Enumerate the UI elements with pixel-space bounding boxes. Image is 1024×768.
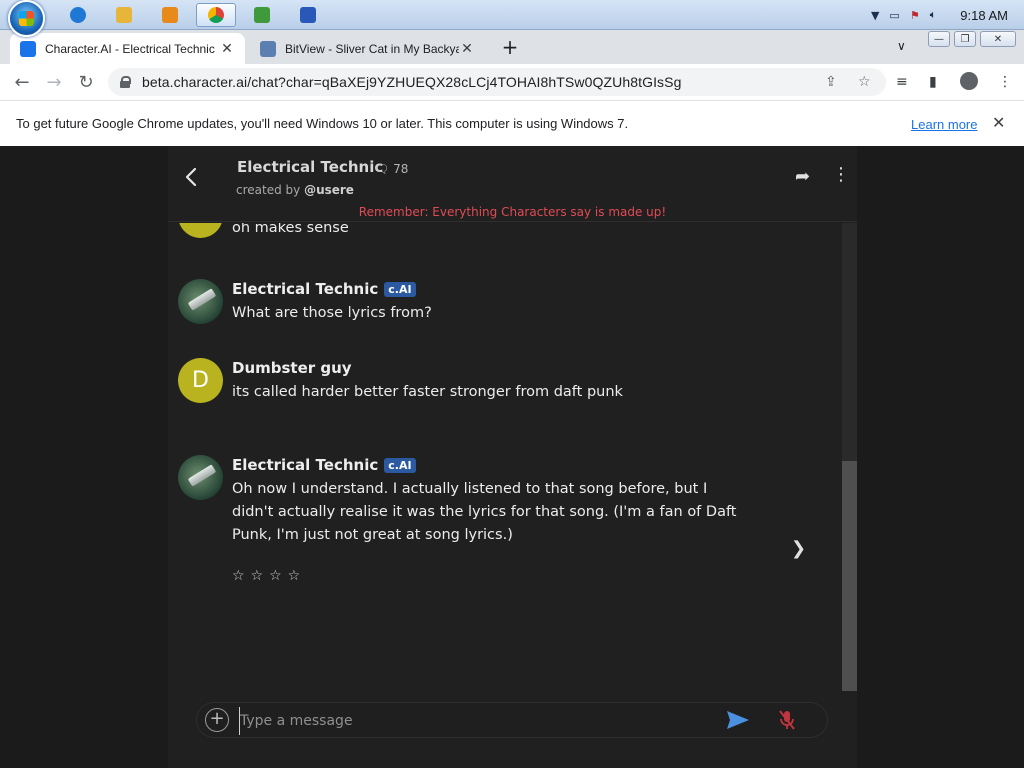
tab-title: Character.AI - Electrical Technic <box>45 41 215 56</box>
show-hidden-icons-icon[interactable]: ▼ <box>871 9 879 22</box>
clock[interactable]: 9:18 AM <box>960 8 1008 23</box>
tab-bitview[interactable]: BitView - Sliver Cat in My Backyard ✕ <box>250 33 485 64</box>
chat-header: Electrical Technic 🗨︎ 78 created by @use… <box>168 146 857 222</box>
page-content: Electrical Technic 🗨︎ 78 created by @use… <box>0 146 1024 768</box>
taskbar-internet-explorer[interactable] <box>58 3 98 27</box>
system-tray: ▼ ▭ ⚑ 🔈︎ 9:18 AM <box>871 0 1024 30</box>
browser-toolbar: ← → ↻ beta.character.ai/chat?char=qBaXEj… <box>0 64 1024 100</box>
author-name: Electrical Technic <box>232 280 379 298</box>
start-button[interactable] <box>8 0 45 37</box>
taskbar-vb-app[interactable] <box>288 3 328 27</box>
message-text: What are those lyrics from? <box>232 305 432 321</box>
author-name: Electrical Technic <box>232 456 379 474</box>
author-name: Dumbster guy <box>232 359 352 377</box>
message-list[interactable]: oh makes sense Electrical Technic c.AI Wh… <box>168 223 843 691</box>
maximize-button[interactable]: ❐ <box>954 31 976 47</box>
message-text: oh makes sense <box>232 223 349 236</box>
media-player-icon <box>162 7 178 23</box>
chrome-icon <box>208 7 224 23</box>
infobar-message: To get future Google Chrome updates, you… <box>16 116 629 131</box>
created-by-label: created by <box>236 183 305 197</box>
tab-close-icon[interactable]: ✕ <box>219 40 235 57</box>
bot-avatar[interactable] <box>178 455 223 500</box>
internet-explorer-icon <box>70 7 86 23</box>
microphone-muted-icon[interactable] <box>777 709 797 731</box>
message-text: Oh now I understand. I actually listened… <box>232 481 737 543</box>
reading-list-icon[interactable]: ≡ <box>896 74 908 90</box>
chat-panel: Electrical Technic 🗨︎ 78 created by @use… <box>168 146 857 768</box>
reload-icon[interactable]: ↻ <box>74 70 98 94</box>
cai-badge: c.AI <box>384 458 416 473</box>
taskbar-chrome[interactable] <box>196 3 236 27</box>
chat-scrollbar[interactable] <box>842 223 857 691</box>
more-options-icon[interactable]: ⋮ <box>832 164 850 185</box>
user-avatar[interactable]: D <box>178 358 223 403</box>
bookmark-star-icon[interactable]: ☆ <box>858 74 871 90</box>
interaction-count-value: 78 <box>393 162 409 176</box>
volume-icon[interactable]: 🔈︎ <box>930 8 937 22</box>
new-tab-button[interactable]: + <box>498 35 522 59</box>
profile-avatar-icon[interactable] <box>960 72 978 90</box>
bot-avatar[interactable] <box>178 279 223 324</box>
taskbar-green-app[interactable] <box>242 3 282 27</box>
interaction-count: 🗨︎ 78 <box>374 162 408 176</box>
lock-icon[interactable] <box>120 76 131 88</box>
network-icon[interactable]: ▭ <box>889 9 899 22</box>
message-composer: + <box>196 702 828 738</box>
folder-icon <box>116 7 132 23</box>
message-author: Electrical Technic c.AI <box>232 280 416 298</box>
windows-taskbar: ▼ ▭ ⚑ 🔈︎ 9:18 AM <box>0 0 1024 37</box>
learn-more-link[interactable]: Learn more <box>911 117 977 132</box>
star-rating[interactable]: ☆☆☆☆ <box>232 568 306 584</box>
minimize-button[interactable]: — <box>928 31 950 47</box>
share-arrow-icon[interactable]: ➦ <box>795 166 810 187</box>
character-ai-favicon-icon <box>20 40 36 57</box>
message-partial: oh makes sense <box>178 223 768 238</box>
taskbar-media-player[interactable] <box>150 3 190 27</box>
message-input[interactable] <box>239 707 709 735</box>
tab-title: BitView - Sliver Cat in My Backyard <box>285 41 459 56</box>
share-page-icon[interactable]: ⇪ <box>825 74 837 90</box>
taskbar-file-explorer[interactable] <box>104 3 144 27</box>
green-app-icon <box>254 7 270 23</box>
infobar-close-icon[interactable]: ✕ <box>992 113 1005 132</box>
update-infobar: To get future Google Chrome updates, you… <box>0 100 1024 146</box>
back-arrow-icon[interactable]: ← <box>10 70 34 94</box>
forward-arrow-icon[interactable]: → <box>42 70 66 94</box>
bitview-favicon-icon <box>260 40 276 57</box>
send-icon[interactable] <box>725 709 751 731</box>
close-window-button[interactable]: ✕ <box>980 31 1016 47</box>
message-text: its called harder better faster stronger… <box>232 384 623 400</box>
url-text[interactable]: beta.character.ai/chat?char=qBaXEj9YZHUE… <box>142 74 681 90</box>
add-plus-icon[interactable]: + <box>205 708 229 732</box>
tab-character-ai[interactable]: Character.AI - Electrical Technic ✕ <box>10 33 245 64</box>
character-name[interactable]: Electrical Technic <box>237 158 383 176</box>
cai-badge: c.AI <box>384 282 416 297</box>
tab-search-chevron-down-icon[interactable]: ∨ <box>897 39 906 53</box>
back-chevron-icon[interactable] <box>182 166 202 188</box>
vb-app-icon <box>300 7 316 23</box>
tab-close-icon[interactable]: ✕ <box>459 40 475 57</box>
chat-bubble-icon: 🗨︎ <box>374 162 390 176</box>
avatar[interactable] <box>178 223 223 238</box>
created-by: created by @usere <box>236 183 354 197</box>
action-center-icon[interactable]: ⚑ <box>910 9 920 22</box>
scrollbar-thumb[interactable] <box>842 461 857 691</box>
message-author: Electrical Technic c.AI <box>232 456 416 474</box>
side-panel-icon[interactable]: ▮ <box>929 74 937 90</box>
chrome-menu-icon[interactable]: ⋮ <box>998 74 1012 90</box>
creator-username[interactable]: @usere <box>304 183 354 197</box>
disclaimer-text: Remember: Everything Characters say is m… <box>358 205 667 219</box>
address-bar[interactable]: beta.character.ai/chat?char=qBaXEj9YZHUE… <box>108 68 886 96</box>
next-response-chevron-icon[interactable]: ❯ <box>791 538 806 559</box>
message-author: Dumbster guy <box>232 359 352 377</box>
